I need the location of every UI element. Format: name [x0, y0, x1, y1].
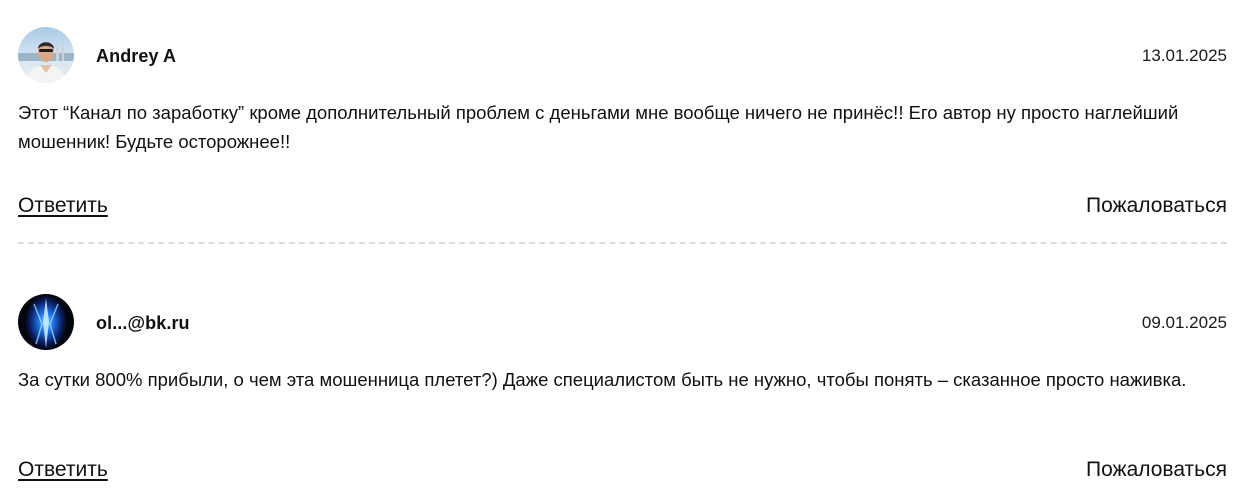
avatar [18, 27, 74, 83]
author-name: Andrey A [96, 46, 177, 66]
comment-text: За сутки 800% прибыли, о чем эта мошенни… [18, 369, 1187, 390]
user-photo-avatar-icon [18, 27, 74, 83]
comment-actions: Ответить Пожаловаться [18, 456, 1227, 486]
comment-divider [18, 242, 1227, 244]
avatar [18, 294, 74, 350]
comment-item: Andrey A 13.01.2025 Этот “Канал по зараб… [18, 27, 1227, 217]
comment-date: 13.01.2025 [1141, 46, 1227, 65]
comment-item: ol...@bk.ru 09.01.2025 За сутки 800% при… [18, 294, 1227, 481]
author-name: ol...@bk.ru [96, 313, 190, 333]
abstract-blue-avatar-icon [18, 294, 74, 350]
comment-text: Этот “Канал по заработку” кроме дополнит… [18, 102, 1179, 152]
comment-actions: Ответить Пожаловаться [18, 192, 1227, 222]
comment-date: 09.01.2025 [1141, 313, 1227, 332]
report-link[interactable]: Пожаловаться [1086, 192, 1227, 220]
report-link[interactable]: Пожаловаться [1086, 456, 1227, 484]
reply-link[interactable]: Ответить [18, 192, 108, 220]
reply-link[interactable]: Ответить [18, 456, 108, 484]
comment-header: Andrey A 13.01.2025 [18, 27, 1227, 84]
comment-header: ol...@bk.ru 09.01.2025 [18, 294, 1227, 351]
